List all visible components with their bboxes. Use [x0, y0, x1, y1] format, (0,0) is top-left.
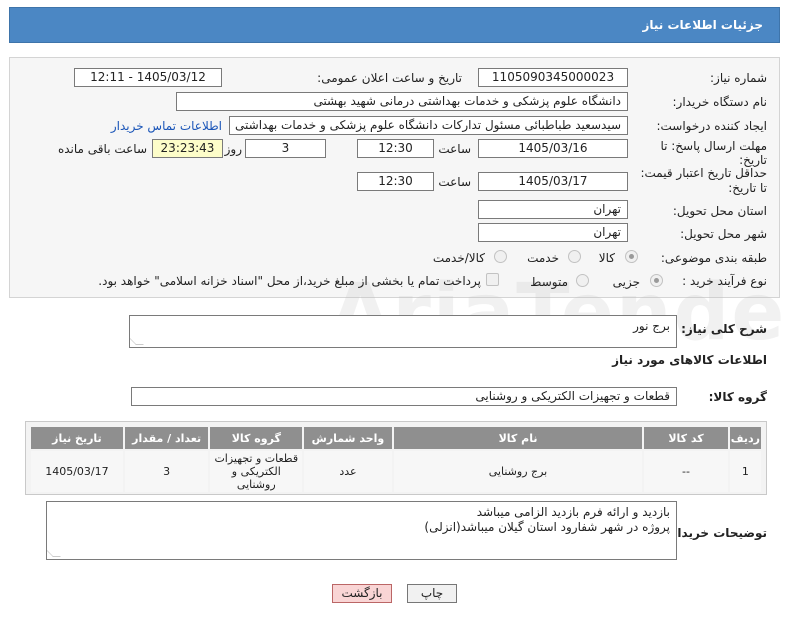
goods-info-title: اطلاعات کالاهای مورد نیاز	[612, 353, 767, 367]
buyer-notes-line-2: پروژه در شهر شفارود استان گیلان میباشد(ا…	[424, 520, 670, 534]
creator-field: سیدسعید طباطبائی مسئول تدارکات دانشگاه ع…	[229, 116, 628, 135]
need-number-label: شماره نیاز:	[710, 71, 767, 85]
page-header: جزئیات اطلاعات نیاز	[9, 7, 780, 43]
table-header-row: ردیف کد کالا نام کالا واحد شمارش گروه کا…	[31, 427, 761, 449]
resize-grip-icon	[47, 549, 61, 557]
payment-note: پرداخت تمام یا بخشی از مبلغ خرید،از محل …	[98, 274, 481, 288]
col-qty: تعداد / مقدار	[124, 427, 209, 449]
col-date: تاریخ نیاز	[31, 427, 123, 449]
buyer-field: دانشگاه علوم پزشکی و خدمات بهداشتی درمان…	[176, 92, 628, 111]
cell-qty: 3	[124, 451, 209, 492]
buyer-notes-line-1: بازدید و ارائه فرم بازدید الزامی میباشد	[476, 505, 670, 519]
cell-date: 1405/03/17	[31, 451, 123, 492]
category-option-goods-service: کالا/خدمت	[432, 251, 485, 265]
cell-row: 1	[729, 451, 761, 492]
table-row: 1 -- برج روشنایی عدد قطعات و تجهیزات الک…	[31, 451, 761, 492]
announce-field: 1405/03/12 - 12:11	[74, 68, 222, 87]
city-field: تهران	[478, 223, 628, 242]
category-radio-goods-service[interactable]	[494, 250, 507, 263]
description-text: برج نور	[633, 319, 670, 333]
city-label: شهر محل تحویل:	[680, 227, 767, 241]
col-code: کد کالا	[644, 427, 728, 449]
buyer-contact-link[interactable]: اطلاعات تماس خریدار	[111, 119, 222, 133]
validity-label-2: تا تاریخ:	[728, 181, 767, 195]
province-label: استان محل تحویل:	[672, 204, 767, 218]
cell-code: --	[644, 451, 728, 492]
deadline-time-label: ساعت	[438, 142, 471, 156]
back-button[interactable]: بازگشت	[332, 584, 392, 603]
col-row: ردیف	[729, 427, 761, 449]
col-group: گروه کالا	[210, 427, 303, 449]
remaining-time-field: 23:23:43	[152, 139, 223, 158]
validity-label: حداقل تاریخ اعتبار قیمت:	[640, 166, 767, 180]
need-number-field: 1105090345000023	[478, 68, 628, 87]
creator-label: ایجاد کننده درخواست:	[656, 119, 767, 133]
validity-date-field: 1405/03/17	[478, 172, 628, 191]
category-option-goods: کالا	[598, 251, 615, 265]
buyer-label: نام دستگاه خریدار:	[672, 95, 768, 109]
process-radio-medium[interactable]	[576, 274, 589, 287]
category-label: طبقه بندی موضوعی:	[660, 251, 767, 265]
buyer-notes-label: توضیحات خریدار:	[665, 526, 767, 540]
cell-group: قطعات و تجهیزات الکتریکی و روشنایی	[210, 451, 303, 492]
category-radio-goods[interactable]	[625, 250, 638, 263]
goods-group-field: قطعات و تجهیزات الکتریکی و روشنایی	[131, 387, 677, 406]
cell-name: برج روشنایی	[393, 451, 643, 492]
validity-time-field: 12:30	[357, 172, 434, 191]
deadline-time-field: 12:30	[357, 139, 434, 158]
category-option-service: خدمت	[527, 251, 559, 265]
process-label: نوع فرآیند خرید :	[682, 274, 767, 288]
cell-unit: عدد	[304, 451, 392, 492]
remaining-label: ساعت باقی مانده	[57, 142, 147, 156]
print-button[interactable]: چاپ	[407, 584, 457, 603]
days-field: 3	[245, 139, 326, 158]
deadline-label: مهلت ارسال پاسخ: تا	[660, 139, 767, 153]
resize-grip-icon	[130, 337, 144, 345]
description-textarea[interactable]: برج نور	[129, 315, 677, 348]
announce-label: تاریخ و ساعت اعلان عمومی:	[317, 71, 462, 85]
goods-table: ردیف کد کالا نام کالا واحد شمارش گروه کا…	[25, 421, 767, 495]
category-radio-service[interactable]	[568, 250, 581, 263]
process-option-minor: جزیی	[612, 275, 640, 289]
goods-group-label: گروه کالا:	[708, 390, 767, 404]
validity-time-label: ساعت	[438, 175, 471, 189]
col-unit: واحد شمارش	[304, 427, 392, 449]
description-label: شرح کلی نیاز:	[681, 322, 767, 336]
process-option-medium: متوسط	[530, 275, 568, 289]
deadline-label-2: تاریخ:	[739, 153, 767, 167]
deadline-date-field: 1405/03/16	[478, 139, 628, 158]
col-name: نام کالا	[393, 427, 643, 449]
province-field: تهران	[478, 200, 628, 219]
buyer-notes-textarea[interactable]: بازدید و ارائه فرم بازدید الزامی میباشد …	[46, 501, 677, 560]
process-radio-minor[interactable]	[650, 274, 663, 287]
treasury-checkbox[interactable]	[486, 273, 499, 286]
